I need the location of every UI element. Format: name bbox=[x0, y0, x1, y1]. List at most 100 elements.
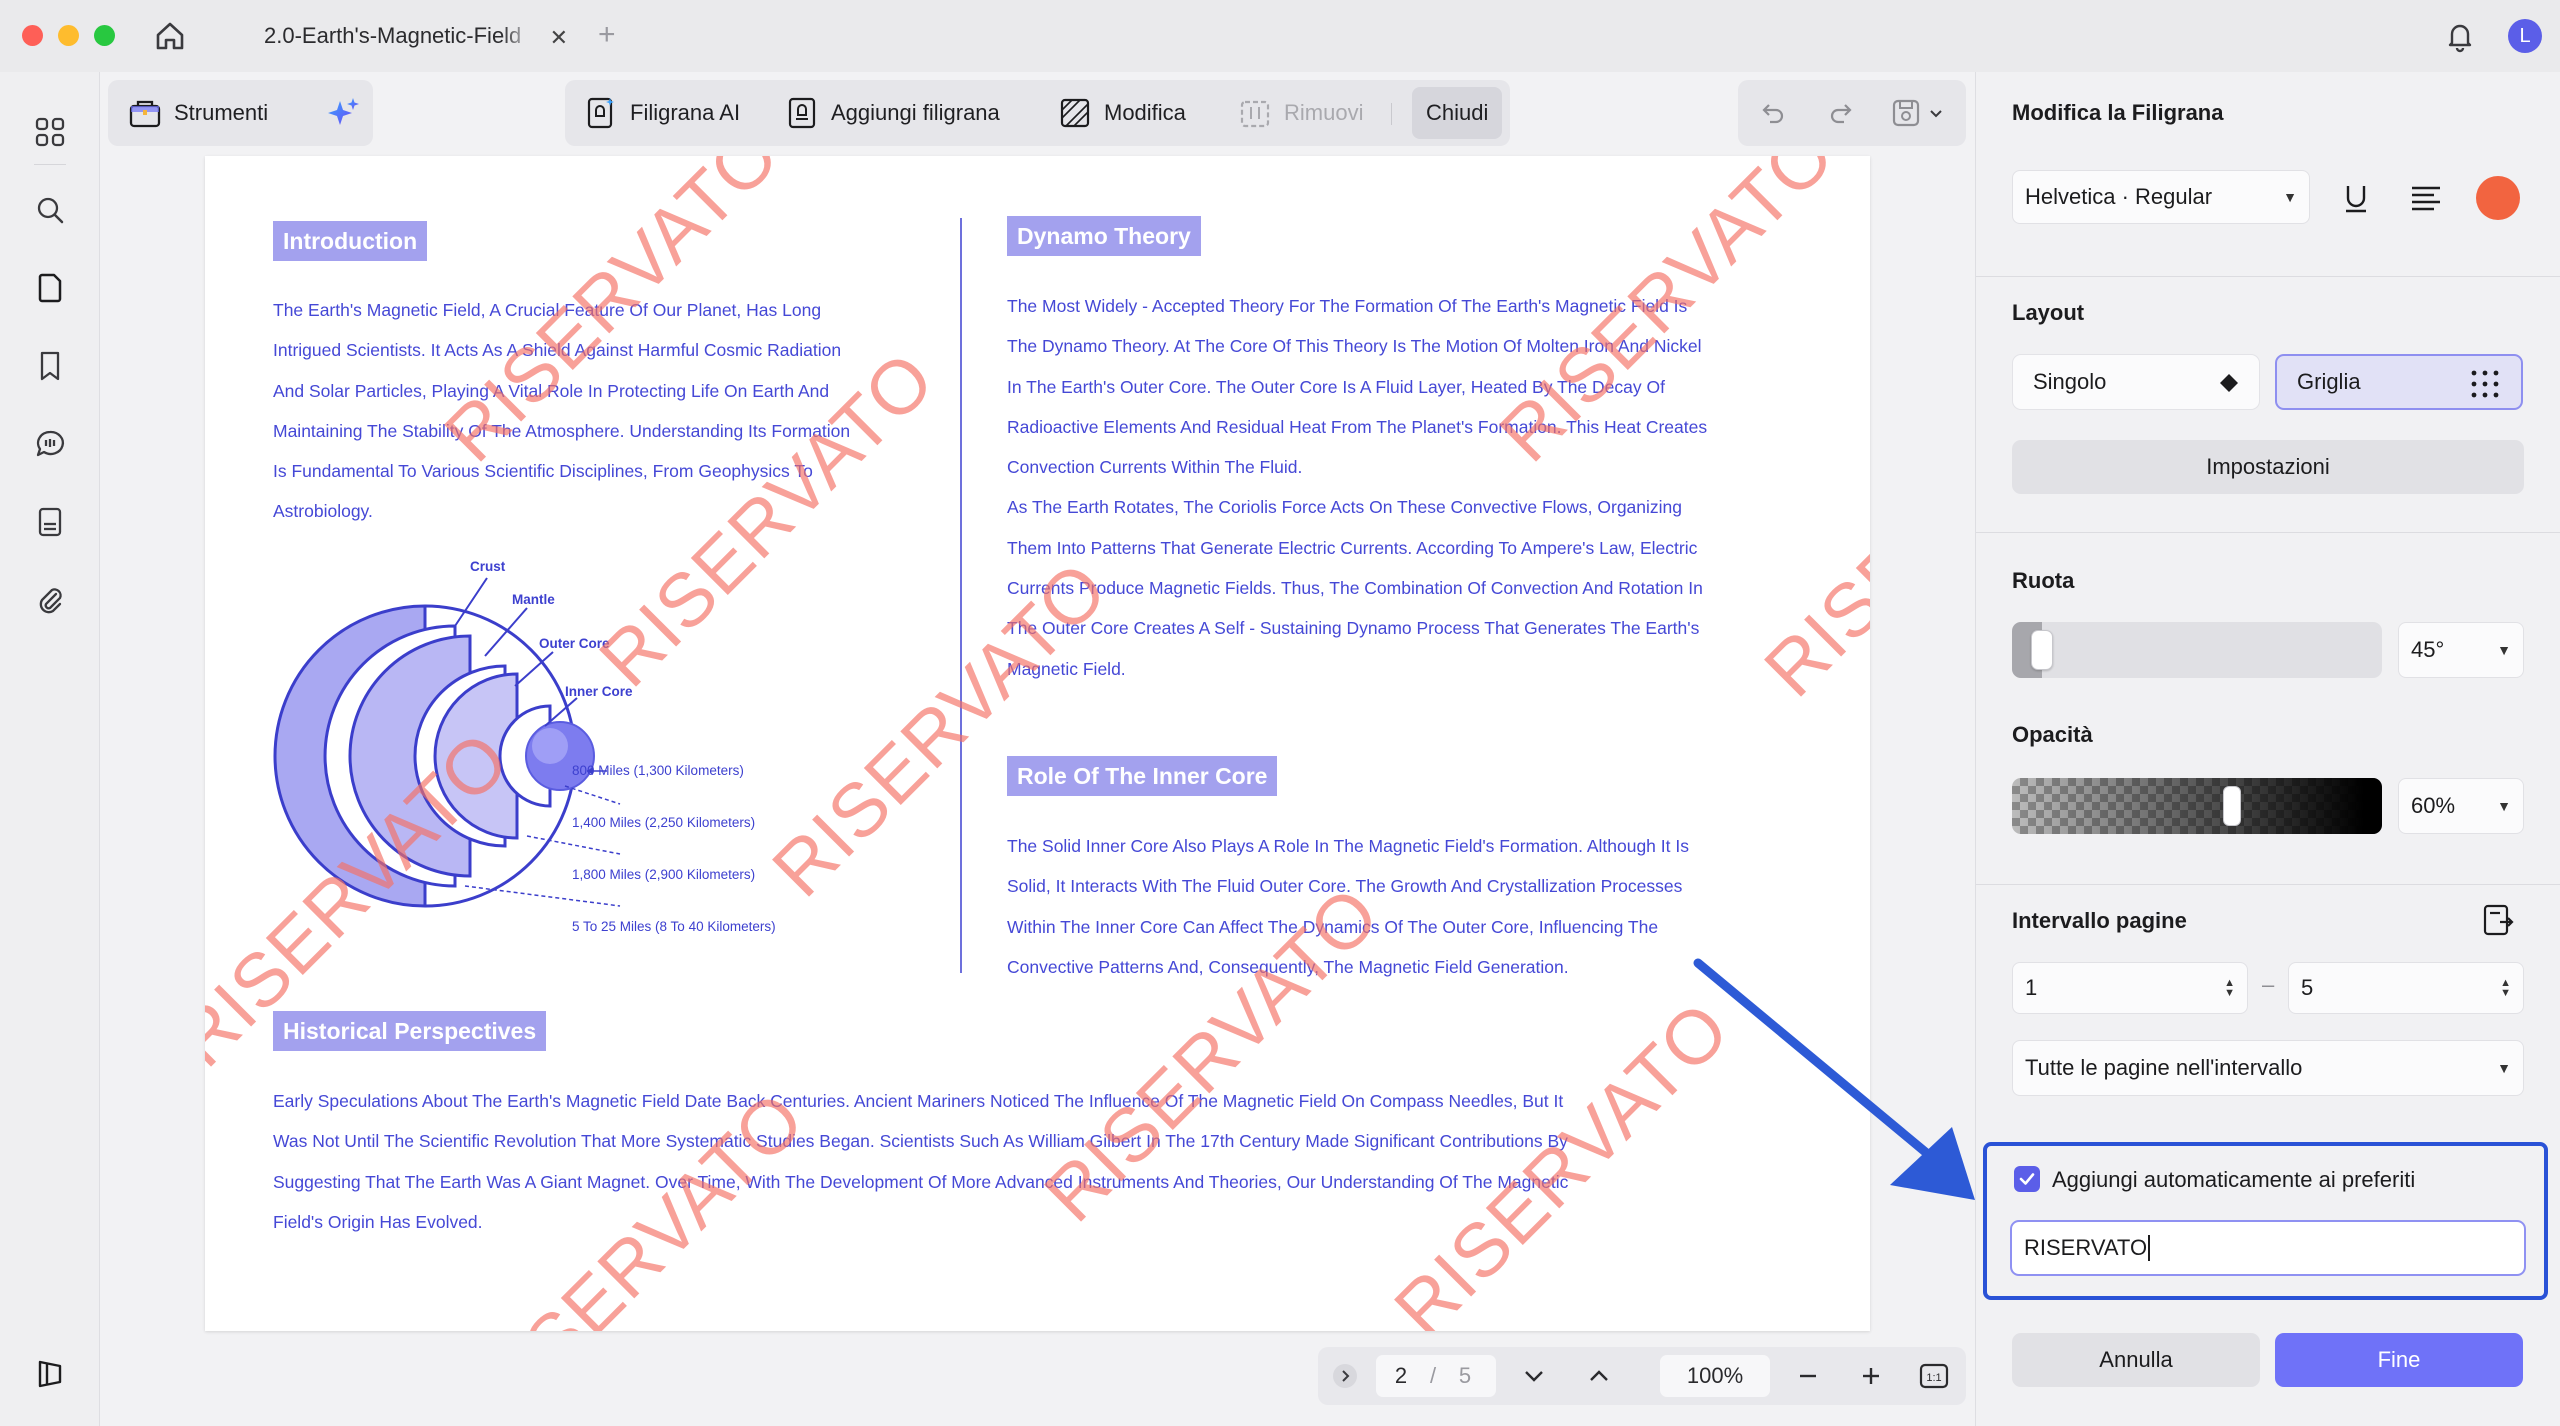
bookmark-icon[interactable] bbox=[30, 346, 70, 386]
document-tab[interactable]: 2.0-Earth's-Magnetic-Field ✕ bbox=[246, 12, 576, 60]
collapse-nav-button[interactable] bbox=[1330, 1347, 1360, 1405]
measure-label-1: 800 Miles (1,300 Kilometers) bbox=[572, 763, 744, 778]
zoom-window-button[interactable] bbox=[94, 25, 115, 46]
svg-text:1:1: 1:1 bbox=[1926, 1372, 1941, 1384]
save-menu-button[interactable] bbox=[1886, 87, 1948, 139]
text-line: Magnetic Field. bbox=[1007, 658, 1126, 679]
range-mode-value: Tutte le pagine nell'intervallo bbox=[2025, 1055, 2303, 1080]
next-page-button[interactable] bbox=[1514, 1347, 1554, 1405]
redo-button[interactable] bbox=[1820, 87, 1862, 139]
range-to-value: 5 bbox=[2301, 975, 2314, 1000]
page-separator: / bbox=[1429, 1363, 1437, 1388]
zoom-level-field[interactable]: 100% bbox=[1660, 1355, 1770, 1397]
text-line: Intrigued Scientists. It Acts As A Shiel… bbox=[273, 340, 842, 361]
left-sidebar bbox=[0, 72, 100, 1426]
text-line: Radioactive Elements And Residual Heat F… bbox=[1007, 416, 1708, 437]
stepper-icon[interactable]: ▲ ▼ bbox=[2500, 978, 2511, 999]
pages-icon[interactable] bbox=[30, 268, 70, 308]
chevron-down-icon bbox=[1928, 105, 1944, 121]
cancel-button-label: Annulla bbox=[2099, 1347, 2173, 1372]
panel-title: Modifica la Filigrana bbox=[2012, 100, 2224, 125]
opacity-slider-thumb[interactable] bbox=[2223, 786, 2242, 826]
edit-watermark-label: Modifica bbox=[1104, 100, 1186, 125]
text-line: Solid, It Interacts With The Fluid Outer… bbox=[1007, 876, 1683, 897]
mantle-label: Mantle bbox=[512, 592, 555, 607]
rotate-value: 45° bbox=[2411, 637, 2445, 662]
new-tab-button[interactable]: + bbox=[598, 18, 616, 52]
measure-label-3: 1,800 Miles (2,900 Kilometers) bbox=[572, 867, 756, 882]
layout-single-option[interactable]: Singolo bbox=[2012, 354, 2260, 410]
layout-grid-option[interactable]: Griglia bbox=[2275, 354, 2523, 410]
cancel-button[interactable]: Annulla bbox=[2012, 1333, 2260, 1387]
bell-icon[interactable] bbox=[2442, 18, 2478, 54]
grid-apps-icon[interactable] bbox=[30, 112, 70, 152]
sidebar-divider bbox=[34, 164, 66, 165]
text-line: And Solar Particles, Playing A Vital Rol… bbox=[273, 380, 830, 401]
arrow-annotation bbox=[1693, 958, 1975, 1200]
opacity-slider[interactable] bbox=[2012, 778, 2382, 834]
minimize-window-button[interactable] bbox=[58, 25, 79, 46]
search-icon[interactable] bbox=[30, 190, 70, 230]
intro-heading: Introduction bbox=[273, 221, 428, 261]
opacity-value: 60% bbox=[2411, 793, 2456, 818]
rotate-select[interactable]: 45° ▼ bbox=[2398, 622, 2524, 678]
done-button[interactable]: Fine bbox=[2275, 1333, 2523, 1387]
remove-watermark-button[interactable]: Rimuovi bbox=[1226, 87, 1375, 139]
tools-button[interactable]: Strumenti bbox=[116, 87, 280, 139]
page-number-field[interactable]: 2 / 5 bbox=[1376, 1355, 1496, 1397]
page-range-icon[interactable] bbox=[2480, 902, 2516, 938]
text-line: Them Into Patterns That Generate Electri… bbox=[1007, 537, 1698, 558]
stepper-icon[interactable]: ▲ ▼ bbox=[2224, 978, 2235, 999]
form-icon[interactable] bbox=[30, 502, 70, 542]
tab-close-icon[interactable]: ✕ bbox=[550, 25, 568, 51]
text-line: The Earth's Magnetic Field, A Crucial Fe… bbox=[273, 300, 822, 320]
rotate-slider[interactable] bbox=[2012, 622, 2382, 678]
zoom-out-button[interactable] bbox=[1788, 1347, 1828, 1405]
actual-size-icon: 1:1 bbox=[1919, 1363, 1949, 1389]
zoom-in-button[interactable] bbox=[1851, 1347, 1891, 1405]
total-pages: 5 bbox=[1458, 1363, 1472, 1388]
text-line: Early Speculations About The Earth's Mag… bbox=[273, 1091, 1564, 1111]
range-to-field[interactable]: 5 ▲ ▼ bbox=[2288, 962, 2524, 1014]
text-line: Astrobiology. bbox=[273, 501, 373, 522]
chevron-down-icon bbox=[1522, 1364, 1546, 1388]
range-mode-select[interactable]: Tutte le pagine nell'intervallo ▼ bbox=[2012, 1040, 2524, 1096]
user-avatar[interactable]: L bbox=[2508, 19, 2542, 53]
undo-button[interactable] bbox=[1752, 87, 1794, 139]
select-caret-icon: ▼ bbox=[2283, 189, 2297, 205]
close-watermark-button[interactable]: Chiudi bbox=[1412, 87, 1503, 139]
edit-watermark-button[interactable]: Modifica bbox=[1046, 87, 1198, 139]
redo-icon bbox=[1826, 98, 1856, 128]
home-icon[interactable] bbox=[152, 18, 188, 54]
font-select[interactable]: Helvetica · Regular ▼ bbox=[2012, 170, 2310, 224]
actual-size-button[interactable]: 1:1 bbox=[1914, 1347, 1954, 1405]
title-bar: 2.0-Earth's-Magnetic-Field ✕ + L bbox=[0, 0, 2560, 72]
previous-page-button[interactable] bbox=[1579, 1347, 1619, 1405]
done-button-label: Fine bbox=[2377, 1347, 2421, 1372]
ai-assistant-button[interactable] bbox=[314, 87, 374, 139]
text-line: Currents Produce Magnetic Fields. Thus, … bbox=[1007, 578, 1703, 599]
layout-label: Layout bbox=[2012, 300, 2085, 325]
select-caret-icon: ▼ bbox=[2497, 1060, 2511, 1076]
rotate-slider-thumb[interactable] bbox=[2031, 630, 2054, 670]
opacity-select[interactable]: 60% ▼ bbox=[2398, 778, 2524, 834]
range-from-value: 1 bbox=[2025, 975, 2038, 1000]
font-select-value: Helvetica · Regular bbox=[2025, 184, 2213, 209]
dynamo-heading: Dynamo Theory bbox=[1007, 216, 1201, 256]
settings-button[interactable]: Impostazioni bbox=[2012, 440, 2524, 494]
color-swatch[interactable] bbox=[2476, 176, 2520, 220]
range-from-field[interactable]: 1 ▲ ▼ bbox=[2012, 962, 2248, 1014]
sidebar-toggle-icon[interactable] bbox=[30, 1354, 70, 1394]
add-watermark-label: Aggiungi filigrana bbox=[831, 100, 1000, 125]
attachment-icon[interactable] bbox=[30, 580, 70, 620]
align-icon[interactable] bbox=[2408, 180, 2444, 216]
inner-core-label: Inner Core bbox=[565, 684, 633, 699]
underline-icon[interactable] bbox=[2338, 180, 2374, 216]
panel-divider bbox=[1976, 532, 2560, 533]
close-window-button[interactable] bbox=[22, 25, 43, 46]
ai-watermark-button[interactable]: Filigrana AI bbox=[572, 87, 752, 139]
add-watermark-button[interactable]: Aggiungi filigrana bbox=[773, 87, 1012, 139]
crust-label: Crust bbox=[470, 559, 506, 574]
comment-icon[interactable] bbox=[30, 424, 70, 464]
ai-watermark-label: Filigrana AI bbox=[630, 100, 741, 125]
